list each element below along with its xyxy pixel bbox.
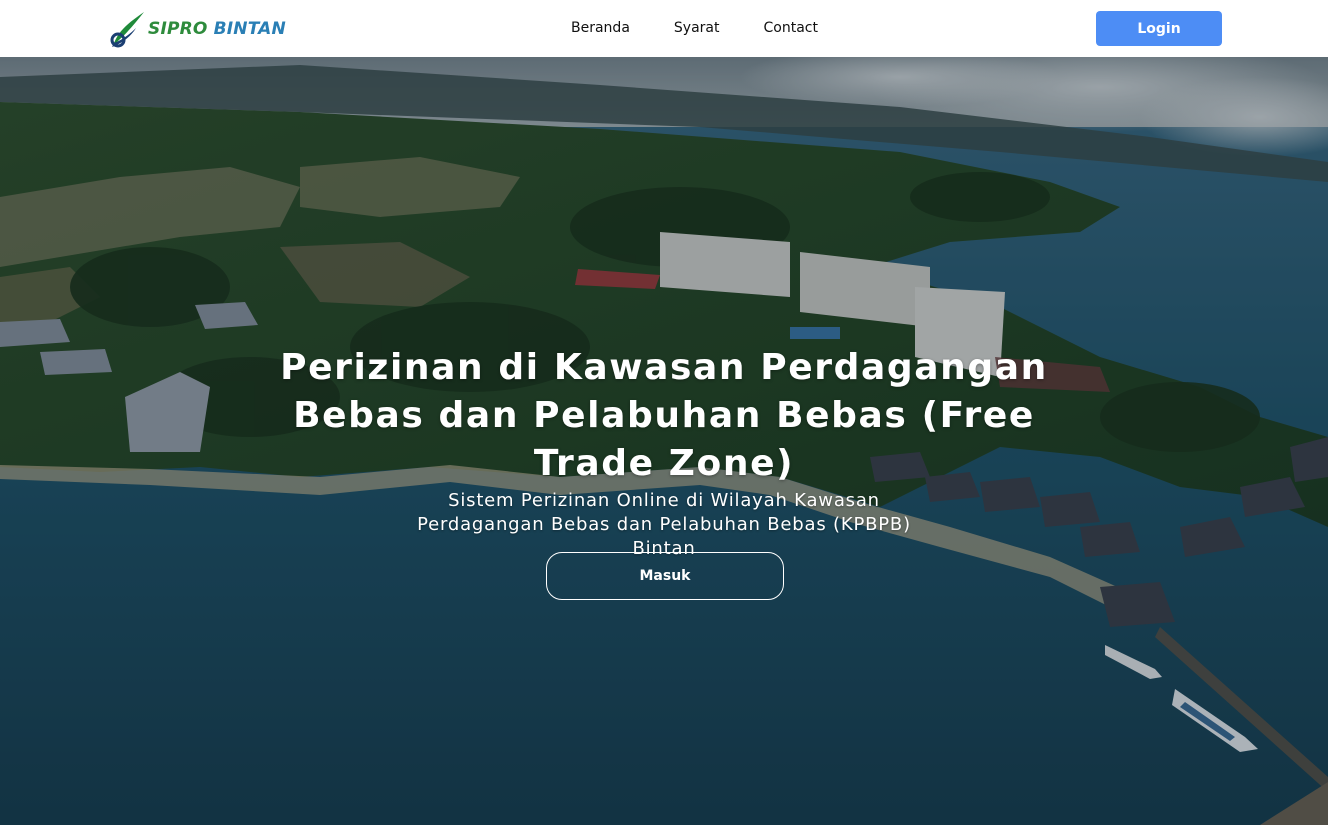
hero-section: Perizinan di Kawasan Perdagangan Bebas d… bbox=[0, 57, 1328, 825]
masuk-button[interactable]: Masuk bbox=[546, 552, 784, 600]
main-nav: Beranda Syarat Contact bbox=[571, 19, 818, 37]
brand-name: SIPRO BINTAN bbox=[148, 19, 286, 39]
nav-syarat[interactable]: Syarat bbox=[674, 19, 720, 37]
hero-subtitle: Sistem Perizinan Online di Wilayah Kawas… bbox=[417, 490, 911, 559]
brand-logo[interactable]: SIPRO BINTAN bbox=[110, 9, 286, 49]
sipro-logo-icon bbox=[110, 12, 144, 48]
nav-beranda[interactable]: Beranda bbox=[571, 19, 630, 37]
brand-word-bintan: BINTAN bbox=[213, 19, 286, 39]
brand-word-sipro: SIPRO bbox=[148, 19, 208, 39]
top-navbar: SIPRO BINTAN Beranda Syarat Contact Logi… bbox=[0, 0, 1328, 57]
hero-title: Perizinan di Kawasan Perdagangan Bebas d… bbox=[280, 347, 1048, 484]
nav-contact[interactable]: Contact bbox=[763, 19, 817, 37]
login-button[interactable]: Login bbox=[1096, 11, 1222, 46]
